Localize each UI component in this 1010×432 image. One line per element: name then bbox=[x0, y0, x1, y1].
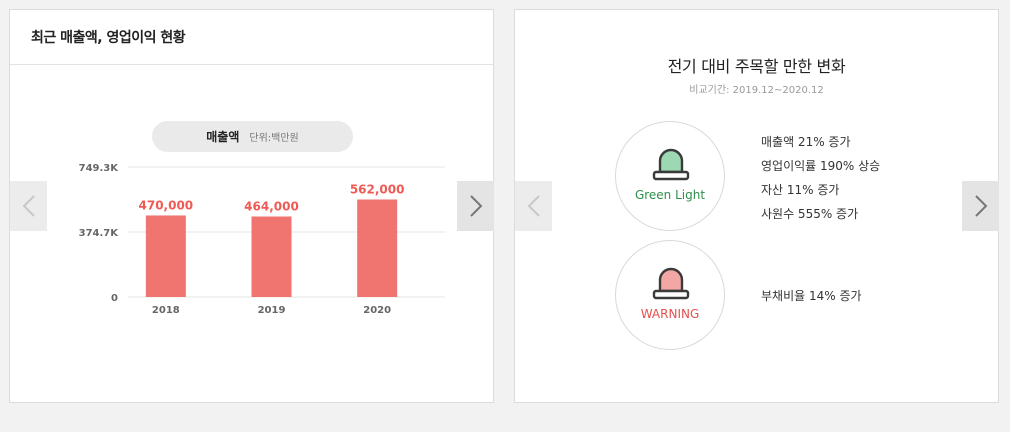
list-item: 사원수 555% 증가 bbox=[761, 207, 859, 221]
revenue-profit-panel: 최근 매출액, 영업이익 현황 매출액 단위:백만원 0 374.7K 749.3K… bbox=[9, 9, 494, 403]
x-tick-label: 2020 bbox=[363, 305, 391, 316]
next-arrow-button[interactable] bbox=[962, 181, 999, 231]
bar bbox=[357, 199, 398, 297]
data-label: 562,000 bbox=[350, 182, 405, 196]
x-tick-label: 2018 bbox=[152, 305, 180, 316]
chart-metric-pill: 매출액 단위:백만원 bbox=[152, 121, 353, 152]
changes-title: 전기 대비 주목할 만한 변화 bbox=[667, 57, 846, 76]
data-label: 464,000 bbox=[244, 199, 299, 213]
x-tick-label: 2019 bbox=[258, 305, 286, 316]
prev-arrow-button[interactable] bbox=[515, 181, 552, 231]
y-tick-label: 0 bbox=[111, 293, 118, 304]
panel-title: 최근 매출액, 영업이익 현황 bbox=[31, 30, 186, 46]
chevron-left-icon bbox=[527, 195, 540, 217]
list-item: 매출액 21% 증가 bbox=[761, 135, 851, 149]
warning-label: WARNING bbox=[640, 307, 700, 321]
warning-indicator: WARNING bbox=[615, 240, 725, 350]
bar bbox=[251, 216, 292, 297]
list-item: 부채비율 14% 증가 bbox=[761, 289, 862, 303]
y-tick-label: 749.3K bbox=[79, 163, 120, 174]
unit-label: 단위:백만원 bbox=[249, 133, 299, 144]
red-siren-icon bbox=[652, 267, 690, 300]
warning-changes-list: 부채비율 14% 증가 bbox=[761, 284, 862, 308]
green-changes-list: 매출액 21% 증가 영업이익률 190% 상승 자산 11% 증가 사원수 5… bbox=[761, 130, 880, 226]
list-item: 영업이익률 190% 상승 bbox=[761, 159, 881, 173]
metric-label: 매출액 bbox=[206, 130, 240, 144]
bar bbox=[145, 215, 186, 297]
green-light-indicator: Green Light bbox=[615, 121, 725, 231]
chevron-right-icon bbox=[974, 195, 987, 217]
panel-header: 최근 매출액, 영업이익 현황 bbox=[10, 10, 493, 65]
comparison-period: 비교기간: 2019.12~2020.12 bbox=[689, 85, 824, 96]
green-siren-icon bbox=[652, 148, 690, 181]
list-item: 자산 11% 증가 bbox=[761, 183, 840, 197]
revenue-bar-chart: 0 374.7K 749.3K 470,000 2018 464,000 2019 562,0… bbox=[79, 163, 445, 316]
green-light-label: Green Light bbox=[634, 188, 706, 202]
notable-changes-panel: 전기 대비 주목할 만한 변화 비교기간: 2019.12~2020.12 Gr… bbox=[514, 9, 999, 403]
y-tick-label: 374.7K bbox=[79, 228, 120, 239]
data-label: 470,000 bbox=[139, 198, 194, 212]
